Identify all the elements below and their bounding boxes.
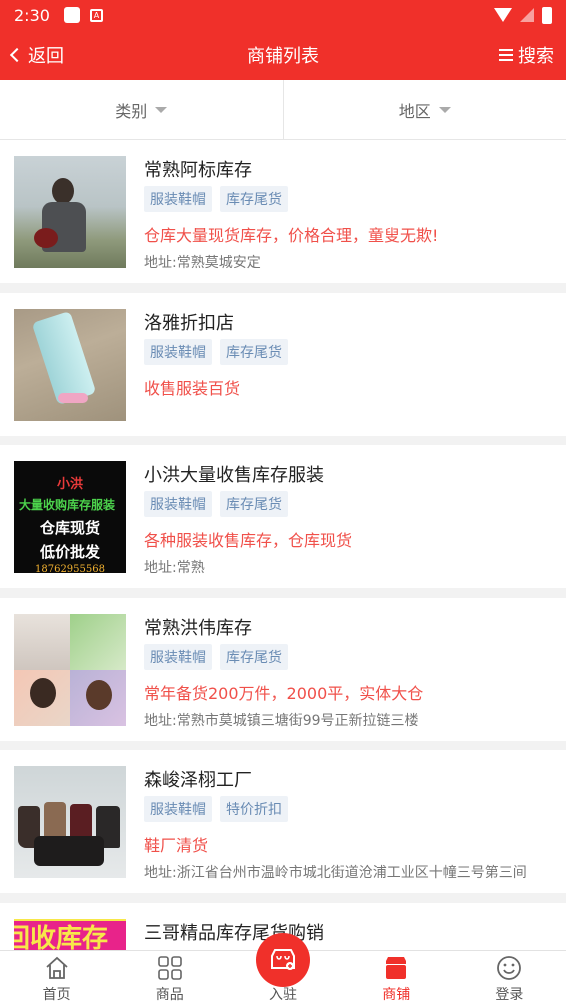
thumb-text: 低价批发 <box>39 543 100 561</box>
shop-tag: 库存尾货 <box>220 644 288 670</box>
shop-tag: 库存尾货 <box>220 339 288 365</box>
shop-tag: 服装鞋帽 <box>144 796 212 822</box>
shop-address: 地址:浙江省台州市温岭市城北街道沧浦工业区十幢三号第三间 <box>144 865 527 881</box>
smile-icon <box>496 955 522 981</box>
shop-tag: 库存尾货 <box>220 186 288 212</box>
tab-shops-label: 商铺 <box>382 987 411 1003</box>
shop-thumbnail <box>14 309 126 421</box>
shop-thumbnail: 小洪 大量收购库存服装 仓库现货 低价批发 18762955568 <box>14 461 126 573</box>
search-button[interactable]: 搜索 <box>499 42 554 68</box>
shop-tags: 服装鞋帽 库存尾货 <box>144 491 288 517</box>
tab-login-label: 登录 <box>495 987 524 1003</box>
tab-shops[interactable]: 商铺 <box>340 951 453 1008</box>
store-add-icon <box>256 933 310 987</box>
thumb-text: 仓库现货 <box>39 519 100 537</box>
bottom-tab-bar: 首页 商品 入驻 商铺 登录 <box>0 933 566 1008</box>
shop-tags: 服装鞋帽 库存尾货 <box>144 186 288 212</box>
tab-join[interactable]: 入驻 <box>226 933 339 1008</box>
status-time: 2:30 <box>14 5 50 25</box>
filter-region[interactable]: 地区 <box>282 80 566 139</box>
shop-tag: 库存尾货 <box>220 491 288 517</box>
thumb-text: 大量收购库存服装 <box>18 498 115 512</box>
shop-tag: 特价折扣 <box>220 796 288 822</box>
status-bar: 2:30 A <box>0 0 566 30</box>
shop-thumbnail <box>14 766 126 878</box>
shop-tags: 服装鞋帽 库存尾货 <box>144 339 288 365</box>
tab-join-label: 入驻 <box>269 987 297 1003</box>
shop-item[interactable]: 森峻泽栩工厂 服装鞋帽 特价折扣 鞋厂清货 地址:浙江省台州市温岭市城北街道沧浦… <box>0 750 566 893</box>
shop-item[interactable]: 常熟阿标库存 服装鞋帽 库存尾货 仓库大量现货库存，价格合理，童叟无欺! 地址:… <box>0 140 566 283</box>
tab-products-label: 商品 <box>155 987 184 1003</box>
wifi-icon <box>494 8 512 22</box>
chevron-left-icon <box>9 47 25 63</box>
filter-category-label: 类别 <box>115 101 148 121</box>
shop-tags: 服装鞋帽 特价折扣 <box>144 796 288 822</box>
shop-tags: 服装鞋帽 库存尾货 <box>144 644 288 670</box>
tab-products[interactable]: 商品 <box>113 951 226 1008</box>
back-label: 返回 <box>28 46 64 67</box>
search-label: 搜索 <box>518 46 554 67</box>
shop-item[interactable]: 洛雅折扣店 服装鞋帽 库存尾货 收售服装百货 <box>0 293 566 436</box>
tab-login[interactable]: 登录 <box>453 951 566 1008</box>
shop-name: 常熟阿标库存 <box>144 160 252 181</box>
thumb-text: 小洪 <box>56 477 83 492</box>
shop-icon <box>383 955 409 981</box>
back-button[interactable]: 返回 <box>9 42 64 68</box>
caret-down-icon <box>155 106 168 113</box>
tab-home-label: 首页 <box>42 987 71 1003</box>
shop-item[interactable]: 小洪 大量收购库存服装 仓库现货 低价批发 18762955568 小洪大量收售… <box>0 445 566 588</box>
caret-down-icon <box>438 106 451 113</box>
shop-name: 小洪大量收售库存服装 <box>144 465 324 486</box>
shop-tag: 服装鞋帽 <box>144 339 212 365</box>
battery-icon <box>542 6 552 24</box>
shop-description: 常年备货200万件，2000平，实体大仓 <box>144 684 424 703</box>
list-icon <box>499 49 513 61</box>
app-notification-icon: A <box>89 8 103 22</box>
thumb-text: 18762955568 <box>35 564 105 573</box>
signal-icon <box>520 8 534 22</box>
shop-description: 各种服装收售库存，仓库现货 <box>144 531 353 550</box>
shop-name: 森峻泽栩工厂 <box>144 770 252 791</box>
shop-tag: 服装鞋帽 <box>144 186 212 212</box>
shop-description: 收售服装百货 <box>144 379 241 398</box>
shop-item[interactable]: 常熟洪伟库存 服装鞋帽 库存尾货 常年备货200万件，2000平，实体大仓 地址… <box>0 598 566 741</box>
shop-address: 地址:常熟 <box>144 560 205 576</box>
notification-icon <box>63 7 80 23</box>
shop-description: 仓库大量现货库存，价格合理，童叟无欺! <box>144 226 439 245</box>
shop-thumbnail <box>14 614 126 726</box>
page-title: 商铺列表 <box>247 46 319 67</box>
shop-address: 地址:常熟莫城安定 <box>144 255 261 271</box>
filter-category[interactable]: 类别 <box>0 80 283 139</box>
shop-name: 常熟洪伟库存 <box>144 618 252 639</box>
shop-name: 洛雅折扣店 <box>144 313 234 334</box>
filter-region-label: 地区 <box>398 101 431 121</box>
shop-thumbnail <box>14 156 126 268</box>
tab-home[interactable]: 首页 <box>0 951 113 1008</box>
shop-tag: 服装鞋帽 <box>144 491 212 517</box>
home-icon <box>44 955 70 981</box>
grid-icon <box>157 955 183 981</box>
shop-tag: 服装鞋帽 <box>144 644 212 670</box>
nav-bar: 返回 商铺列表 搜索 <box>0 30 566 80</box>
filter-bar: 类别 地区 <box>0 80 566 140</box>
shop-address: 地址:常熟市莫城镇三塘街99号正新拉链三楼 <box>144 713 419 729</box>
shop-description: 鞋厂清货 <box>144 836 209 855</box>
